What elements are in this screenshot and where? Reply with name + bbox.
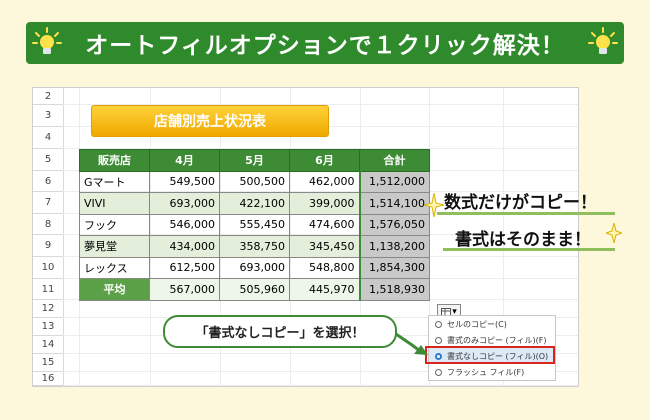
callout-bubble: 「書式なしコピー」を選択！: [163, 315, 397, 348]
note-formula-copied: 数式だけがコピー！: [444, 193, 597, 213]
sparkle-icon: [424, 193, 444, 217]
note-format-kept: 書式はそのまま！: [455, 230, 591, 250]
sparkle-icon: [606, 223, 622, 243]
